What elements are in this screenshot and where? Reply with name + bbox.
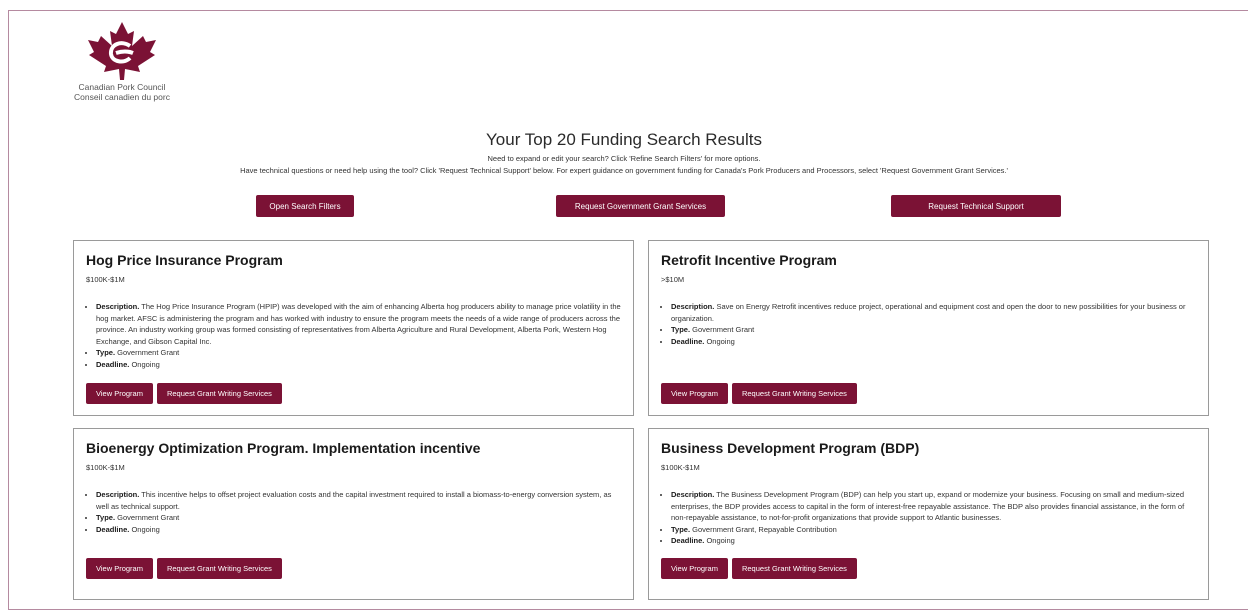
program-details: Description. The Hog Price Insurance Pro… bbox=[86, 301, 626, 370]
type-item: Type. Government Grant bbox=[671, 324, 1201, 336]
type-item: Type. Government Grant bbox=[96, 512, 626, 524]
view-program-button[interactable]: View Program bbox=[86, 558, 153, 579]
request-government-grant-services-button[interactable]: Request Government Grant Services bbox=[556, 195, 725, 217]
type-label: Type. bbox=[671, 524, 691, 534]
type-label: Type. bbox=[96, 513, 116, 522]
funding-range: $100K-$1M bbox=[86, 275, 125, 284]
request-grant-writing-button[interactable]: Request Grant Writing Services bbox=[156, 558, 282, 579]
card-actions: View Program Request Grant Writing Servi… bbox=[661, 558, 857, 579]
type-text: Government Grant bbox=[117, 348, 180, 357]
program-card: Business Development Program (BDP) $100K… bbox=[648, 428, 1209, 600]
program-title: Retrofit Incentive Program bbox=[661, 252, 837, 268]
description-item: Description. The Hog Price Insurance Pro… bbox=[96, 301, 626, 347]
deadline-text: Ongoing bbox=[706, 336, 735, 346]
type-label: Type. bbox=[96, 348, 116, 357]
refine-hint: Need to expand or edit your search? Clic… bbox=[487, 154, 761, 163]
view-program-button[interactable]: View Program bbox=[661, 558, 728, 579]
program-title: Bioenergy Optimization Program. Implemen… bbox=[86, 440, 481, 456]
program-title: Business Development Program (BDP) bbox=[661, 440, 920, 456]
deadline-label: Deadline. bbox=[671, 336, 705, 346]
deadline-label: Deadline. bbox=[96, 524, 130, 534]
description-label: Description. bbox=[96, 490, 140, 499]
request-technical-support-button[interactable]: Request Technical Support bbox=[891, 195, 1061, 217]
type-text: Government Grant bbox=[692, 325, 755, 334]
program-details: Description. The Business Development Pr… bbox=[661, 489, 1201, 547]
deadline-item: Deadline. Ongoing bbox=[96, 359, 626, 371]
type-item: Type. Government Grant bbox=[96, 347, 626, 359]
program-card: Hog Price Insurance Program $100K-$1M De… bbox=[73, 240, 634, 416]
description-item: Description. The Business Development Pr… bbox=[671, 489, 1201, 524]
deadline-item: Deadline. Ongoing bbox=[96, 524, 626, 536]
deadline-text: Ongoing bbox=[131, 359, 160, 369]
description-text: Save on Energy Retrofit incentives reduc… bbox=[671, 302, 1186, 323]
type-label: Type. bbox=[671, 325, 691, 334]
funding-range: >$10M bbox=[661, 275, 685, 284]
description-text: The Business Development Program (BDP) c… bbox=[671, 490, 1185, 522]
description-label: Description. bbox=[671, 302, 715, 311]
type-text: Government Grant, Repayable Contribution bbox=[692, 524, 837, 534]
deadline-label: Deadline. bbox=[671, 536, 705, 545]
description-text: The Hog Price Insurance Program (HPIP) w… bbox=[96, 302, 621, 346]
deadline-text: Ongoing bbox=[706, 536, 735, 545]
funding-range: $100K-$1M bbox=[86, 463, 125, 472]
funding-range: $100K-$1M bbox=[661, 463, 700, 472]
program-details: Description. This incentive helps to off… bbox=[86, 489, 626, 535]
deadline-item: Deadline. Ongoing bbox=[671, 535, 1201, 547]
open-search-filters-button[interactable]: Open Search Filters bbox=[256, 195, 354, 217]
type-item: Type. Government Grant, Repayable Contri… bbox=[671, 524, 1201, 536]
request-grant-writing-button[interactable]: Request Grant Writing Services bbox=[731, 558, 857, 579]
request-grant-writing-button[interactable]: Request Grant Writing Services bbox=[156, 383, 282, 404]
card-actions: View Program Request Grant Writing Servi… bbox=[86, 558, 282, 579]
description-label: Description. bbox=[96, 302, 140, 311]
deadline-item: Deadline. Ongoing bbox=[671, 336, 1201, 348]
view-program-button[interactable]: View Program bbox=[661, 383, 728, 404]
card-actions: View Program Request Grant Writing Servi… bbox=[86, 383, 282, 404]
logo-text-en: Canadian Pork Council bbox=[78, 82, 166, 92]
program-details: Description. Save on Energy Retrofit inc… bbox=[661, 301, 1201, 347]
deadline-label: Deadline. bbox=[96, 359, 130, 369]
logo-text-fr: Conseil canadien du porc bbox=[74, 92, 170, 102]
description-text: This incentive helps to offset project e… bbox=[96, 490, 612, 511]
description-item: Description. This incentive helps to off… bbox=[96, 489, 626, 512]
description-label: Description. bbox=[671, 490, 715, 499]
page-title: Your Top 20 Funding Search Results bbox=[486, 130, 762, 149]
type-text: Government Grant bbox=[117, 513, 180, 522]
program-card: Bioenergy Optimization Program. Implemen… bbox=[73, 428, 634, 600]
support-hint: Have technical questions or need help us… bbox=[240, 166, 1008, 175]
view-program-button[interactable]: View Program bbox=[86, 383, 153, 404]
program-title: Hog Price Insurance Program bbox=[86, 252, 283, 268]
description-item: Description. Save on Energy Retrofit inc… bbox=[671, 301, 1201, 324]
maple-leaf-icon bbox=[88, 22, 156, 80]
deadline-text: Ongoing bbox=[131, 524, 160, 534]
card-actions: View Program Request Grant Writing Servi… bbox=[661, 383, 857, 404]
logo[interactable]: Canadian Pork Council Conseil canadien d… bbox=[70, 20, 174, 102]
request-grant-writing-button[interactable]: Request Grant Writing Services bbox=[731, 383, 857, 404]
program-card: Retrofit Incentive Program >$10M Descrip… bbox=[648, 240, 1209, 416]
